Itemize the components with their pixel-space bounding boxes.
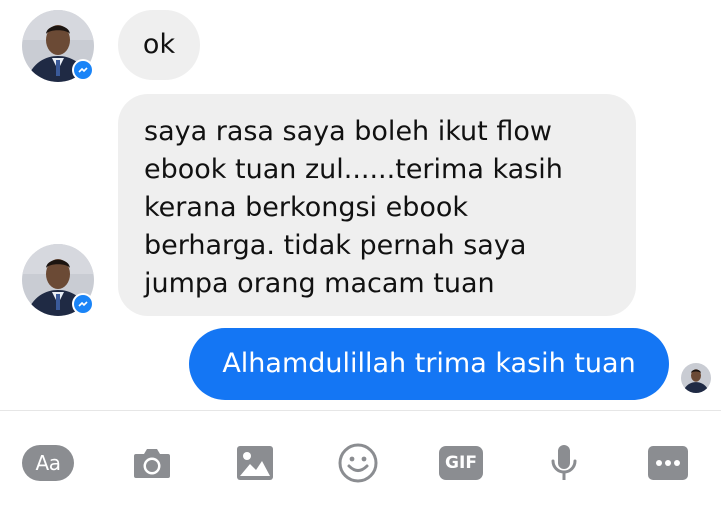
- emoji-button[interactable]: [330, 441, 386, 485]
- incoming-message-bubble[interactable]: saya rasa saya boleh ikut flow ebook tua…: [118, 94, 636, 316]
- avatar-photo: [681, 363, 711, 393]
- sender-avatar[interactable]: [22, 244, 94, 316]
- text-format-label: Aa: [35, 451, 61, 475]
- microphone-icon: [551, 445, 577, 480]
- message-text-line: saya rasa saya boleh ikut flow: [144, 116, 552, 147]
- messenger-icon: [78, 67, 88, 73]
- message-text-line: berharga. tidak pernah saya: [144, 230, 527, 261]
- message-thread: ok saya rasa saya boleh ikut flow ebook …: [0, 0, 721, 410]
- message-text-line: jumpa orang macam tuan: [144, 268, 495, 299]
- text-format-button[interactable]: Aa: [20, 441, 76, 485]
- sender-avatar[interactable]: [22, 10, 94, 82]
- messenger-icon: [78, 301, 88, 307]
- more-options-button[interactable]: [640, 441, 696, 485]
- voice-button[interactable]: [536, 441, 592, 485]
- messenger-badge: [72, 293, 94, 315]
- read-receipt-avatar: [681, 363, 711, 393]
- incoming-message-bubble[interactable]: ok: [118, 10, 200, 80]
- emoji-icon: [338, 443, 378, 483]
- messenger-badge: [72, 59, 94, 81]
- gif-label: GIF: [445, 453, 477, 473]
- camera-button[interactable]: [124, 441, 180, 485]
- text-format-icon: Aa: [22, 445, 74, 481]
- message-text-line: ebook tuan zul......terima kasih: [144, 154, 563, 185]
- message-text: Alhamdulillah trima kasih tuan: [222, 348, 636, 379]
- message-text: ok: [142, 29, 176, 60]
- gif-button[interactable]: GIF: [433, 441, 489, 485]
- gif-icon: GIF: [439, 446, 483, 480]
- image-icon: [237, 446, 273, 480]
- gallery-button[interactable]: [227, 441, 283, 485]
- outgoing-message-bubble[interactable]: Alhamdulillah trima kasih tuan: [189, 328, 669, 400]
- camera-icon: [134, 449, 170, 478]
- composer-toolbar: Aa GIF: [0, 411, 721, 515]
- more-icon: [648, 446, 688, 480]
- message-text-line: kerana berkongsi ebook: [144, 192, 469, 223]
